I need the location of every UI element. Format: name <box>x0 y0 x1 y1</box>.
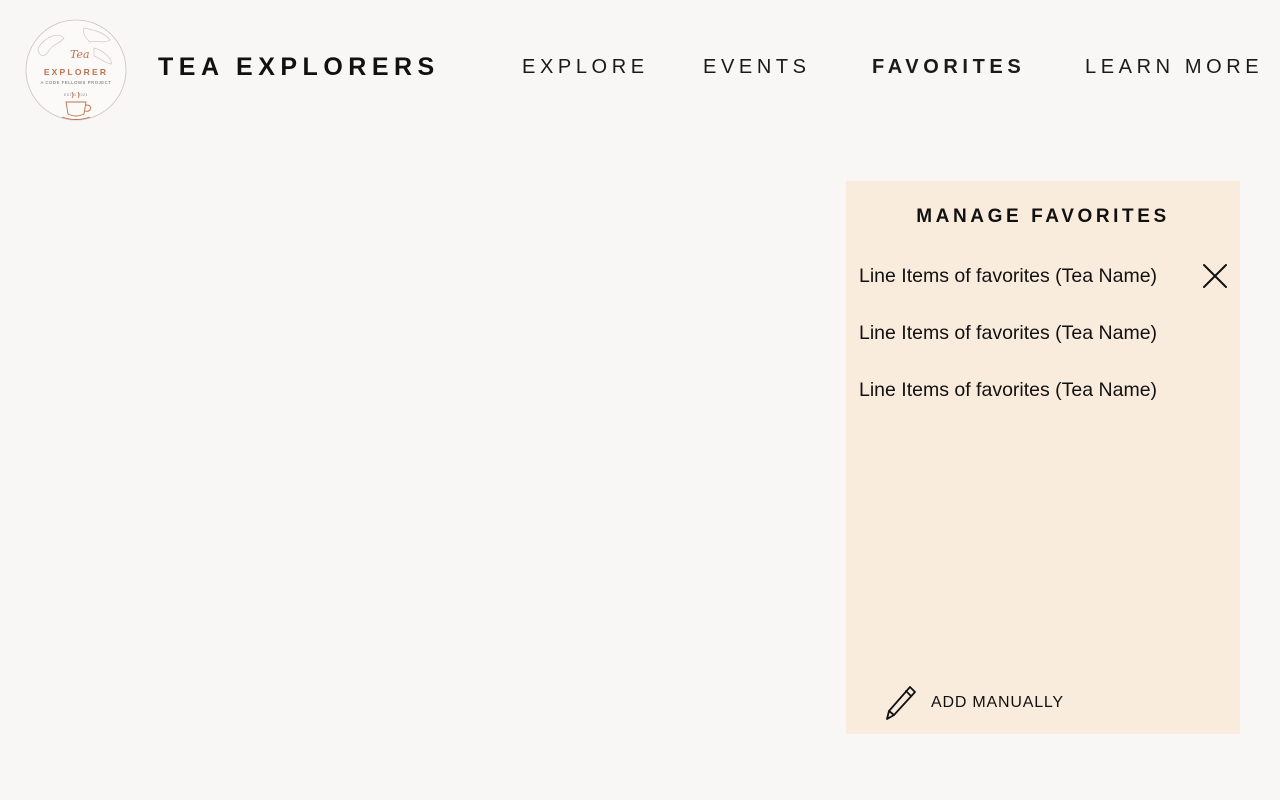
nav-favorites[interactable]: FAVORITES <box>872 54 1025 80</box>
close-icon[interactable] <box>1202 263 1228 289</box>
favorite-item-label: Line Items of favorites (Tea Name) <box>859 264 1158 287</box>
panel-title: MANAGE FAVORITES <box>916 206 1170 227</box>
pencil-icon <box>886 686 916 720</box>
add-manually-button[interactable]: ADD MANUALLY <box>884 684 1064 722</box>
nav-learn-more[interactable]: LEARN MORE <box>1085 54 1263 80</box>
nav-events[interactable]: EVENTS <box>703 54 811 80</box>
favorite-list-item[interactable]: Line Items of favorites (Tea Name) <box>859 317 1229 349</box>
site-title[interactable]: TEA EXPLORERS <box>158 52 440 82</box>
nav-explore[interactable]: EXPLORE <box>522 54 649 80</box>
logo-name: EXPLORER <box>44 67 108 77</box>
add-manually-label: ADD MANUALLY <box>931 694 1064 711</box>
logo-script-word: Tea <box>70 48 90 61</box>
tea-explorer-logo[interactable]: Tea EXPLORER A CODE FELLOWS PROJECT EST'… <box>24 18 128 122</box>
favorite-list-item[interactable]: Line Items of favorites (Tea Name) <box>859 374 1229 406</box>
favorite-item-label: Line Items of favorites (Tea Name) <box>859 378 1158 401</box>
remove-favorite-button[interactable] <box>1201 262 1229 290</box>
favorite-item-label: Line Items of favorites (Tea Name) <box>859 321 1158 344</box>
page: Tea EXPLORER A CODE FELLOWS PROJECT EST'… <box>0 0 1280 800</box>
favorite-list-item[interactable]: Line Items of favorites (Tea Name) <box>859 260 1229 292</box>
manage-favorites-panel: MANAGE FAVORITES Line Items of favorites… <box>846 181 1240 734</box>
logo-est: EST'D 2021 <box>64 93 88 97</box>
logo-tagline: A CODE FELLOWS PROJECT <box>41 80 112 85</box>
